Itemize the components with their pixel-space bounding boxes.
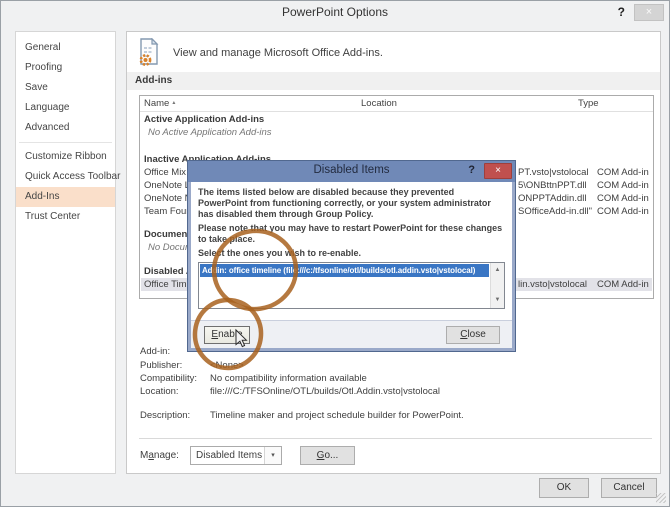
disabled-items-listbox[interactable]: Addin: office timeline (file:///c:/tfson…: [198, 262, 505, 309]
detail-location: Location:file:///C:/TFSOnline/OTL/builds…: [140, 385, 652, 398]
sidebar: General Proofing Save Language Advanced …: [15, 31, 116, 474]
close-icon[interactable]: ×: [634, 4, 664, 21]
sidebar-item-quick-access-toolbar[interactable]: Quick Access Toolbar: [16, 167, 115, 187]
addins-section-label: Add-ins: [127, 72, 660, 90]
detail-compatibility: Compatibility:No compatibility informati…: [140, 372, 652, 385]
document-gear-icon: [137, 38, 161, 66]
disabled-items-dialog: Disabled Items ? × The items listed belo…: [187, 160, 516, 352]
manage-separator: [139, 438, 652, 439]
sort-ascending-icon: ▴: [172, 100, 175, 106]
resize-grip[interactable]: [656, 493, 666, 503]
column-header-location[interactable]: Location: [361, 98, 397, 109]
column-header-type[interactable]: Type: [578, 98, 599, 109]
dialog-text-1: The items listed below are disabled beca…: [198, 187, 505, 220]
dialog-help-icon[interactable]: ?: [468, 164, 475, 176]
dialog-footer: Enable Close: [191, 320, 512, 348]
dialog-text-3: Select the ones you wish to re-enable.: [198, 248, 505, 259]
dialog-titlebar: Disabled Items ? ×: [188, 161, 515, 182]
scroll-up-icon[interactable]: ▲: [491, 265, 504, 276]
dialog-body: The items listed below are disabled beca…: [191, 182, 512, 320]
sidebar-item-advanced[interactable]: Advanced: [16, 118, 115, 138]
sidebar-item-customize-ribbon[interactable]: Customize Ribbon: [16, 147, 115, 167]
sidebar-divider: [19, 142, 112, 143]
table-header-row: Name▴ Location Type: [140, 96, 653, 112]
sidebar-item-proofing[interactable]: Proofing: [16, 58, 115, 78]
chevron-down-icon[interactable]: ▾: [264, 447, 281, 464]
manage-dropdown-value: Disabled Items: [196, 450, 262, 461]
sidebar-item-language[interactable]: Language: [16, 98, 115, 118]
dialog-close-icon[interactable]: ×: [484, 163, 512, 179]
scroll-down-icon[interactable]: ▼: [491, 295, 504, 306]
detail-description: Description:Timeline maker and project s…: [140, 409, 652, 422]
table-row-no-active: No Active Application Add-ins: [141, 126, 652, 139]
go-button[interactable]: Go...: [300, 446, 355, 465]
window-title: PowerPoint Options: [1, 5, 669, 19]
listbox-item-office-timeline[interactable]: Addin: office timeline (file:///c:/tfson…: [200, 264, 489, 277]
sidebar-item-general[interactable]: General: [16, 38, 115, 58]
table-row-group-active: Active Application Add-ins: [141, 113, 652, 126]
dialog-text-2: Please note that you may have to restart…: [198, 223, 505, 245]
manage-dropdown[interactable]: Disabled Items ▾: [190, 446, 282, 465]
dialog-close-button[interactable]: Close: [446, 326, 500, 344]
ok-button[interactable]: OK: [539, 478, 589, 498]
cancel-button[interactable]: Cancel: [601, 478, 657, 498]
enable-button[interactable]: Enable: [204, 326, 250, 344]
column-header-name[interactable]: Name▴: [144, 98, 175, 109]
manage-label: Manage:: [140, 446, 179, 465]
sidebar-item-add-ins[interactable]: Add-Ins: [16, 187, 115, 207]
help-icon[interactable]: ?: [618, 5, 625, 19]
sidebar-item-trust-center[interactable]: Trust Center: [16, 207, 115, 227]
listbox-scrollbar[interactable]: ▲ ▼: [490, 263, 504, 308]
window-titlebar: PowerPoint Options ? ×: [1, 1, 669, 25]
panel-intro-text: View and manage Microsoft Office Add-ins…: [173, 47, 383, 59]
dialog-title: Disabled Items: [188, 164, 515, 176]
detail-publisher: Publisher:<None>: [140, 359, 652, 372]
sidebar-item-save[interactable]: Save: [16, 78, 115, 98]
